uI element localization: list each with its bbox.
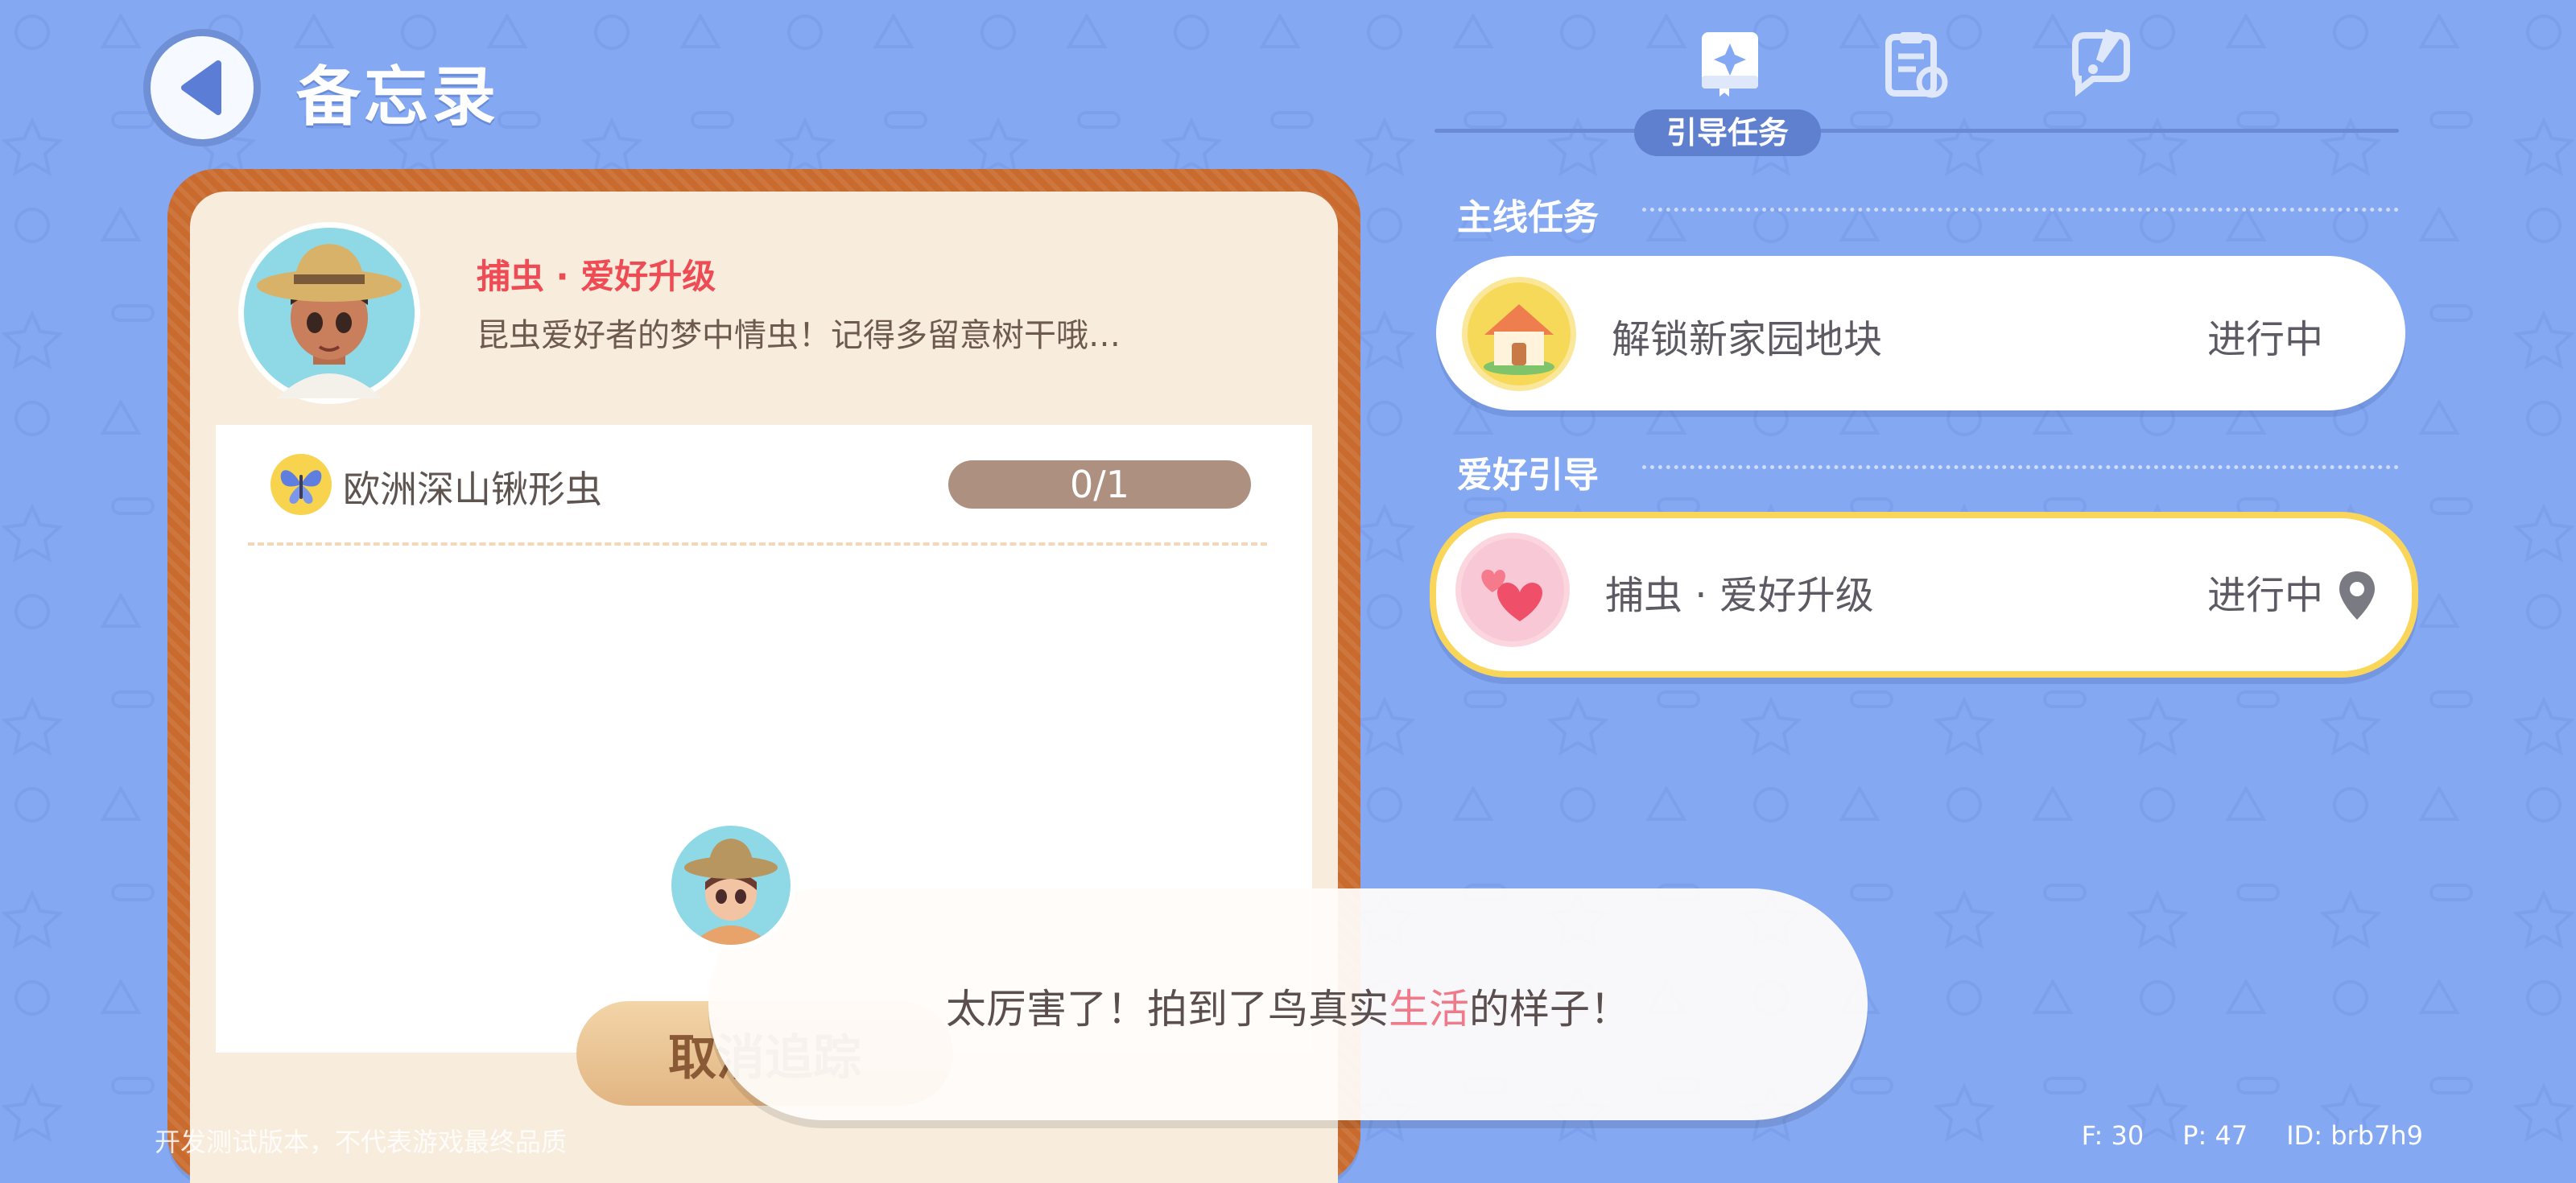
npc-portrait-icon: [244, 228, 415, 398]
quest-item-hobby[interactable]: 捕虫 · 爱好升级 进行中: [1430, 512, 2418, 678]
task-title: 捕虫 · 爱好升级: [477, 257, 716, 296]
progress-counter: 0/1: [948, 460, 1251, 509]
speaker-portrait-icon: [684, 839, 778, 945]
dialogue-text: 太厉害了！拍到了鸟真实生活的样子！: [708, 977, 1868, 1035]
house-icon: [1468, 282, 1571, 385]
target-name: 欧洲深山锹形虫: [343, 468, 602, 511]
memo-card-header: 捕虫 · 爱好升级 昆虫爱好者的梦中情虫！记得多留意树干哦…: [190, 192, 1338, 425]
chevron-left-icon: [181, 60, 221, 115]
dialogue-bubble[interactable]: 太厉害了！拍到了鸟真实生活的样子！: [708, 888, 1868, 1120]
tab-guide-tasks[interactable]: 引导任务: [1634, 109, 1821, 156]
task-description: 昆虫爱好者的梦中情虫！记得多留意树干哦…: [477, 317, 1121, 354]
quest-icon-hobby: [1455, 533, 1570, 647]
section-divider-hobby: [1642, 465, 2399, 469]
target-row: 欧洲深山锹形虫 0/1: [270, 449, 1251, 520]
speaker-avatar: [667, 821, 795, 950]
dialogue-text-after: 的样子！: [1469, 986, 1630, 1033]
quest-name-hobby: 捕虫 · 爱好升级: [1605, 573, 1874, 618]
quest-item-main[interactable]: 解锁新家园地块 进行中: [1436, 256, 2405, 410]
quest-icon-main: [1462, 277, 1576, 391]
quest-name-main: 解锁新家园地块: [1612, 317, 1883, 362]
chat-exclamation-icon[interactable]: [2066, 29, 2135, 98]
guide-book-icon[interactable]: [1695, 29, 1765, 98]
section-title-main: 主线任务: [1457, 197, 1599, 238]
butterfly-icon: [280, 470, 322, 504]
page-title: 备忘录: [296, 60, 499, 134]
hearts-icon: [1461, 538, 1564, 641]
debug-id: ID: brb7h9: [2286, 1120, 2423, 1151]
back-button[interactable]: [143, 29, 261, 146]
dev-build-notice: 开发测试版本，不代表游戏最终品质: [155, 1127, 568, 1157]
dialogue-text-highlight: 生活: [1389, 986, 1469, 1033]
tab-underline: [1435, 129, 2399, 133]
section-title-hobby: 爱好引导: [1457, 455, 1599, 496]
dialogue-text-before: 太厉害了！拍到了鸟真实: [946, 986, 1389, 1033]
debug-stats: F: 30 P: 47 ID: brb7h9: [2043, 1120, 2423, 1151]
location-pin-icon[interactable]: [2338, 570, 2376, 621]
npc-avatar: [238, 222, 420, 404]
target-badge: [270, 454, 332, 515]
quest-status-hobby: 进行中: [2207, 573, 2323, 618]
divider: [248, 542, 1267, 546]
section-divider-main: [1642, 208, 2399, 212]
clipboard-refresh-icon[interactable]: [1880, 29, 1950, 98]
quest-status-main: 进行中: [2207, 317, 2323, 362]
debug-ping: P: 47: [2182, 1120, 2248, 1151]
debug-fps: F: 30: [2081, 1120, 2145, 1151]
